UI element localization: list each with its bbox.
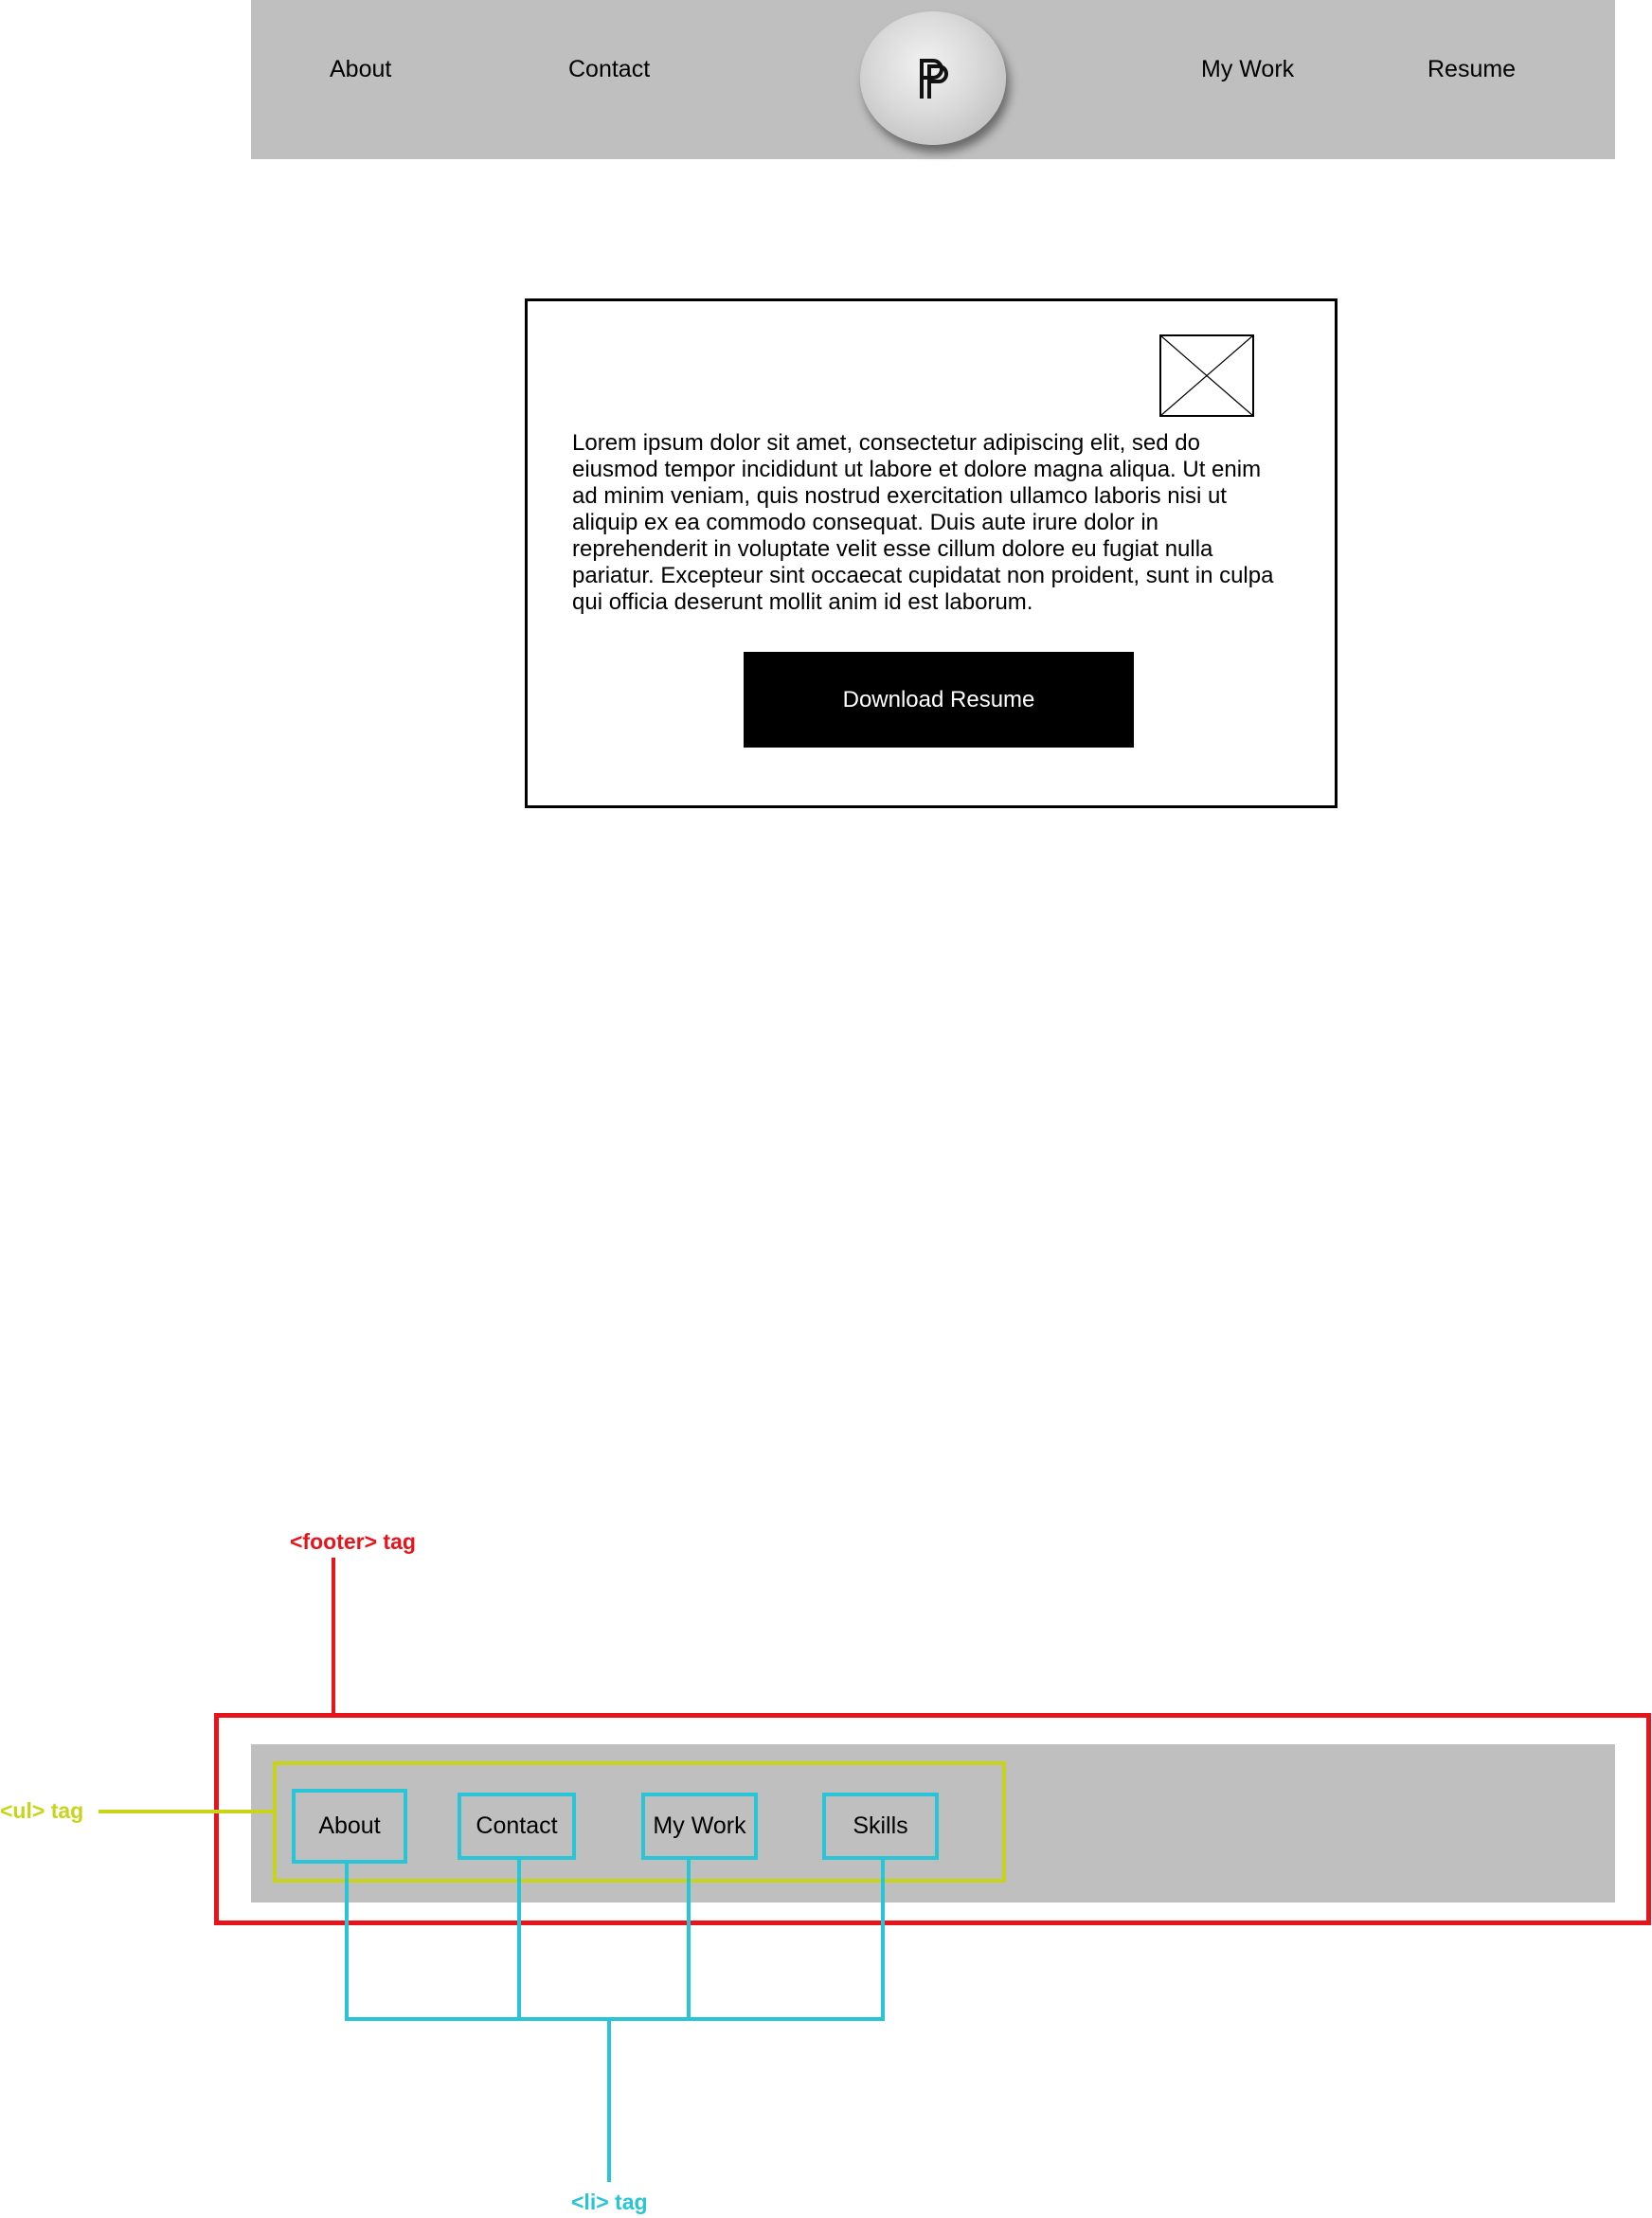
li-tag-label: <li> tag [571,2190,648,2214]
ul-tag-label: <ul> tag [0,1798,84,1823]
nav-link-about[interactable]: About [330,55,391,83]
download-resume-button[interactable]: Download Resume [744,652,1134,748]
body-paragraph: Lorem ipsum dolor sit amet, consectetur … [572,430,1274,615]
logo[interactable] [860,11,1006,145]
ul-tag-outline [273,1761,1006,1883]
pp-monogram-logo-icon [920,58,948,99]
nav-link-contact[interactable]: Contact [568,55,650,83]
nav-link-resume[interactable]: Resume [1428,55,1516,83]
header-nav-bar: About Contact My Work Resume [251,0,1615,159]
image-placeholder-icon [1159,334,1254,417]
content-card: Lorem ipsum dolor sit amet, consectetur … [525,298,1338,808]
nav-link-my-work[interactable]: My Work [1201,55,1294,83]
footer-tag-label: <footer> tag [290,1529,416,1554]
